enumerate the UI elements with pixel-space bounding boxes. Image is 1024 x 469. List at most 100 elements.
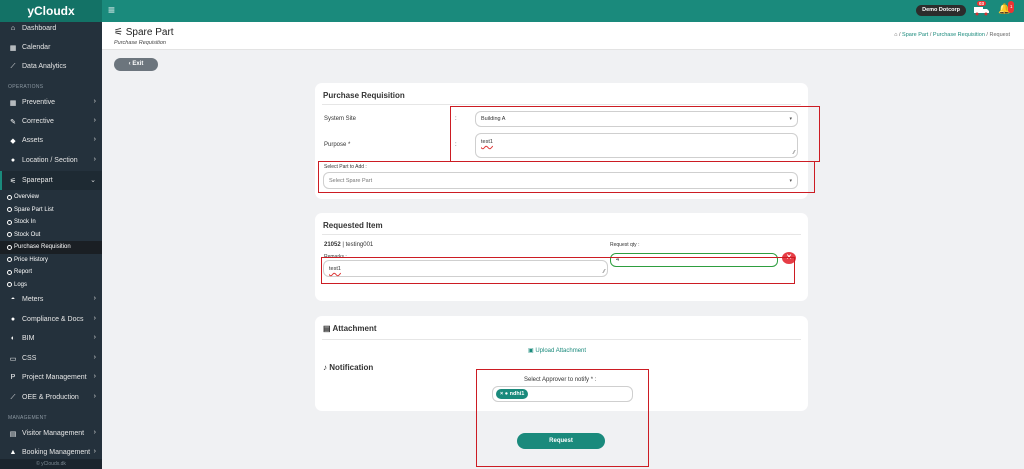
sidebar-item-label: Compliance & Docs <box>22 316 84 323</box>
sidebar-item-calendar[interactable]: ▦ Calendar <box>0 38 102 57</box>
item-code: 21052 <box>324 242 341 248</box>
sidebar-item-assets[interactable]: ◆ Assets › <box>0 131 102 150</box>
gauge-icon: ◓ <box>10 296 16 303</box>
breadcrumb-request: Request <box>989 32 1011 38</box>
chevron-right-icon: › <box>93 334 96 341</box>
page-title: ⚟ Spare Part <box>114 27 174 38</box>
sidebar-sub-price-history[interactable]: Price History <box>0 254 102 267</box>
sidebar-item-dashboard[interactable]: ⌂ Dashboard <box>0 22 102 38</box>
home-icon: ⌂ <box>10 25 16 32</box>
circle-icon <box>7 219 12 225</box>
sidebar-item-bim[interactable]: ◐ BIM › <box>0 329 102 348</box>
chevron-right-icon: › <box>93 117 96 124</box>
sidebar-sub-stock-in[interactable]: Stock In <box>0 216 102 229</box>
bell-badge: 1 <box>1008 1 1014 13</box>
home-icon[interactable]: ⌂ <box>894 32 897 38</box>
circle-icon <box>7 194 12 200</box>
sidebar-item-data-analytics[interactable]: ⟋ Data Analytics <box>0 57 102 76</box>
calendar-icon: ▦ <box>9 44 17 52</box>
exit-button[interactable]: ‹ Exit <box>114 58 158 71</box>
sidebar-item-css[interactable]: ▭ CSS › <box>0 349 102 368</box>
chevron-right-icon: › <box>93 136 96 143</box>
sidebar-sub-label: Purchase Requisition <box>14 244 71 251</box>
section-management: MANAGEMENT <box>8 415 47 421</box>
sidebar-item-location[interactable]: ● Location / Section › <box>0 151 102 170</box>
breadcrumb: ⌂ / Spare Part / Purchase Requisition / … <box>894 32 1010 38</box>
sidebar-item-label: Corrective <box>22 118 54 125</box>
breadcrumb-purchase-requisition[interactable]: Purchase Requisition <box>933 32 985 38</box>
chevron-right-icon: › <box>93 448 96 455</box>
sidebar-item-label: BIM <box>22 335 35 342</box>
sidebar-item-label: Visitor Management <box>22 430 85 437</box>
request-qty-label: Request qty : <box>610 242 640 248</box>
sidebar-sub-report[interactable]: Report <box>0 266 102 279</box>
upload-label: Upload Attachment <box>535 348 587 354</box>
sidebar-item-label: Dashboard <box>22 25 57 32</box>
user-menu[interactable]: Demo Dotcorp <box>916 4 966 16</box>
sidebar-item-label: CSS <box>22 355 37 362</box>
divider <box>322 234 801 235</box>
sidebar-item-corrective[interactable]: ✎ Corrective › <box>0 112 102 131</box>
chevron-right-icon: › <box>93 98 96 105</box>
attachment-title: ▤ Attachment <box>323 324 377 333</box>
project-icon: P <box>10 374 16 381</box>
sidebar-item-meters[interactable]: ◓ Meters › <box>0 290 102 309</box>
chevron-right-icon: › <box>93 354 96 361</box>
sidebar-item-label: Location / Section <box>22 157 78 164</box>
notification-bell-icon[interactable]: 🔔 1 <box>998 1 1014 16</box>
sidebar-item-label: Assets <box>22 137 44 144</box>
location-icon: ● <box>10 157 16 164</box>
sidebar-sub-label: Price History <box>14 256 49 263</box>
page-header: ⚟ Spare Part Purchase Requisition ⌂ / Sp… <box>102 22 1024 50</box>
sparepart-icon: ⚟ <box>114 27 126 38</box>
wrench-icon: ✎ <box>10 118 16 126</box>
chevron-right-icon: › <box>93 295 96 302</box>
sidebar-item-label: Booking Management <box>22 449 91 456</box>
sidebar: ⌂ Dashboard ▦ Calendar ⟋ Data Analytics OPE… <box>0 22 102 469</box>
purpose-label: Purpose * <box>324 142 351 148</box>
sidebar-item-label: Preventive <box>22 99 56 106</box>
sidebar-item-label: Meters <box>22 296 44 303</box>
system-site-label: System Site <box>324 116 357 122</box>
chevron-right-icon: › <box>93 315 96 322</box>
sparepart-icon: ⚟ <box>9 177 17 185</box>
sidebar-item-preventive[interactable]: ▦ Preventive › <box>0 93 102 112</box>
highlight-box-remarks-qty <box>321 257 795 284</box>
menu-toggle-icon[interactable]: ≡ <box>108 4 115 16</box>
sidebar-sub-label: Logs <box>14 281 28 288</box>
sidebar-item-label: Calendar <box>22 44 51 51</box>
upload-attachment-link[interactable]: ▣ Upload Attachment <box>528 347 586 354</box>
notification-title: ♪ Notification <box>323 363 373 372</box>
chevron-right-icon: › <box>93 429 96 436</box>
brand-logo[interactable]: yCloudx <box>0 0 102 22</box>
sidebar-sub-purchase-requisition[interactable]: Purchase Requisition <box>0 241 102 254</box>
sidebar-sub-stock-out[interactable]: Stock Out <box>0 229 102 242</box>
notification-title-text: Notification <box>329 363 374 372</box>
sidebar-sub-label: Overview <box>14 194 40 201</box>
sidebar-sub-overview[interactable]: Overview <box>0 191 102 204</box>
item-name: | testing001 <box>342 242 374 248</box>
sidebar-item-visitor-management[interactable]: ▤ Visitor Management › <box>0 424 102 443</box>
section-operations: OPERATIONS <box>8 84 44 90</box>
delivery-truck-icon[interactable]: 03 <box>974 1 990 16</box>
sidebar-item-label: Data Analytics <box>22 63 67 70</box>
tag-icon: ◆ <box>10 137 16 145</box>
breadcrumb-spare-part[interactable]: Spare Part <box>902 32 928 38</box>
id-card-icon: ▤ <box>9 430 17 438</box>
sidebar-item-oee[interactable]: ⟋ OEE & Production › <box>0 388 102 407</box>
highlight-box-select-part <box>318 161 815 193</box>
sidebar-sub-spare-part-list[interactable]: Spare Part List <box>0 204 102 217</box>
page-subtitle: Purchase Requisition <box>114 40 166 46</box>
booking-icon: ▲ <box>9 449 17 456</box>
sidebar-item-compliance[interactable]: ● Compliance & Docs › <box>0 310 102 329</box>
monitor-icon: ▭ <box>9 355 17 363</box>
divider <box>322 104 801 105</box>
sidebar-item-project-management[interactable]: P Project Management › <box>0 368 102 387</box>
calendar-icon: ▦ <box>9 99 17 107</box>
sidebar-item-sparepart[interactable]: ⚟ Sparepart ⌄ <box>0 171 102 190</box>
circle-icon <box>7 207 12 213</box>
attachment-title-text: Attachment <box>332 324 377 333</box>
chevron-right-icon: › <box>93 373 96 380</box>
card-title: Requested Item <box>323 221 383 230</box>
sidebar-item-label: Sparepart <box>22 177 53 184</box>
